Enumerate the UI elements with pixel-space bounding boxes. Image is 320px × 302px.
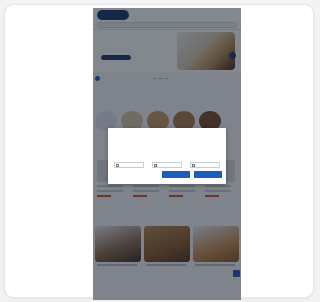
cookie-save-selection-button[interactable]: [162, 171, 190, 178]
cookie-option-statistics[interactable]: [152, 162, 182, 168]
cookie-option-necessary[interactable]: [114, 162, 144, 168]
cookie-option-marketing[interactable]: [190, 162, 220, 168]
cookie-accept-all-button[interactable]: [194, 171, 222, 178]
cookie-dialog-text: [114, 137, 220, 155]
cookie-consent-dialog: [108, 128, 226, 184]
checkbox[interactable]: [154, 163, 157, 167]
checkbox[interactable]: [116, 163, 119, 167]
checkbox[interactable]: [192, 163, 195, 167]
